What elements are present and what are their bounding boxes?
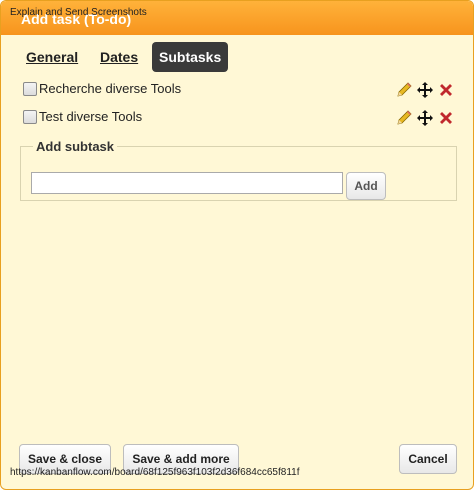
delete-icon[interactable] xyxy=(437,109,455,127)
subtask-actions xyxy=(395,109,455,127)
subtask-row: Test diverse Tools xyxy=(23,109,455,127)
subtask-label: Test diverse Tools xyxy=(39,109,143,124)
subtask-checkbox[interactable] xyxy=(23,82,37,96)
delete-icon[interactable] xyxy=(437,81,455,99)
tab-general[interactable]: General xyxy=(26,42,78,72)
subtask-checkbox[interactable] xyxy=(23,110,37,124)
pencil-icon[interactable] xyxy=(395,81,413,99)
move-icon[interactable] xyxy=(416,109,434,127)
cancel-button[interactable]: Cancel xyxy=(399,444,457,474)
subtask-row: Recherche diverse Tools xyxy=(23,81,455,99)
status-url: https://kanbanflow.com/board/68f125f963f… xyxy=(10,467,300,478)
add-subtask-legend: Add subtask xyxy=(36,139,115,154)
tab-subtasks[interactable]: Subtasks xyxy=(152,42,229,72)
subtask-actions xyxy=(395,81,455,99)
add-subtask-button[interactable]: Add xyxy=(346,172,386,200)
add-task-dialog: Add task (To-do) Explain and Send Screen… xyxy=(0,0,474,490)
pencil-icon[interactable] xyxy=(395,109,413,127)
subtask-label: Recherche diverse Tools xyxy=(39,81,182,96)
subtask-input[interactable] xyxy=(31,172,343,194)
tab-dates[interactable]: Dates xyxy=(100,42,138,72)
move-icon[interactable] xyxy=(416,81,434,99)
overlay-caption: Explain and Send Screenshots xyxy=(10,7,147,18)
